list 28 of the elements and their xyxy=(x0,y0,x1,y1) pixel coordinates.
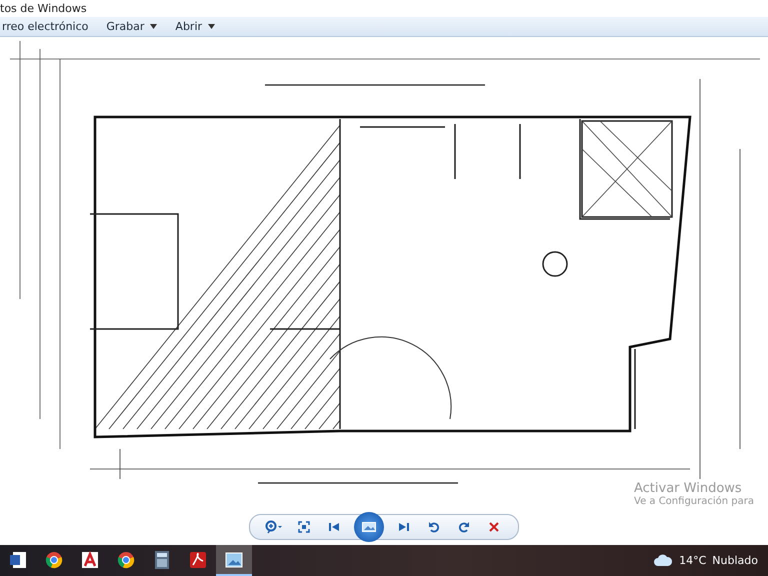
menu-item[interactable]: Grabar xyxy=(104,20,160,34)
zoom-icon xyxy=(265,520,283,534)
menu-item[interactable]: rreo electrónico xyxy=(0,20,90,34)
weather-condition: Nublado xyxy=(712,554,758,567)
activation-subtitle: Ve a Configuración para xyxy=(634,496,754,507)
delete-icon xyxy=(488,521,500,533)
fit-icon xyxy=(298,521,310,533)
caret-icon xyxy=(208,24,216,30)
activation-title: Activar Windows xyxy=(634,481,743,496)
rotate-left-icon xyxy=(428,521,440,533)
picture-icon xyxy=(362,522,376,532)
slideshow-button[interactable] xyxy=(354,512,384,542)
caret-icon xyxy=(150,24,158,30)
browser-icon xyxy=(117,550,135,568)
taskbar-app[interactable] xyxy=(216,545,252,576)
pdf-icon xyxy=(189,550,207,568)
photo-viewer-icon xyxy=(225,552,243,568)
window-title: tos de Windows xyxy=(0,2,87,16)
cloud-icon xyxy=(653,554,674,567)
browser-icon xyxy=(45,550,63,568)
next-icon xyxy=(398,522,410,532)
rotate-right-icon xyxy=(458,521,470,533)
document-app-icon xyxy=(9,550,27,568)
temperature: 14°C xyxy=(679,554,706,567)
menu-item[interactable]: Abrir xyxy=(173,20,218,34)
calculator-icon xyxy=(155,550,169,568)
letter-a-app-icon xyxy=(81,550,99,568)
previous-icon xyxy=(328,522,340,532)
